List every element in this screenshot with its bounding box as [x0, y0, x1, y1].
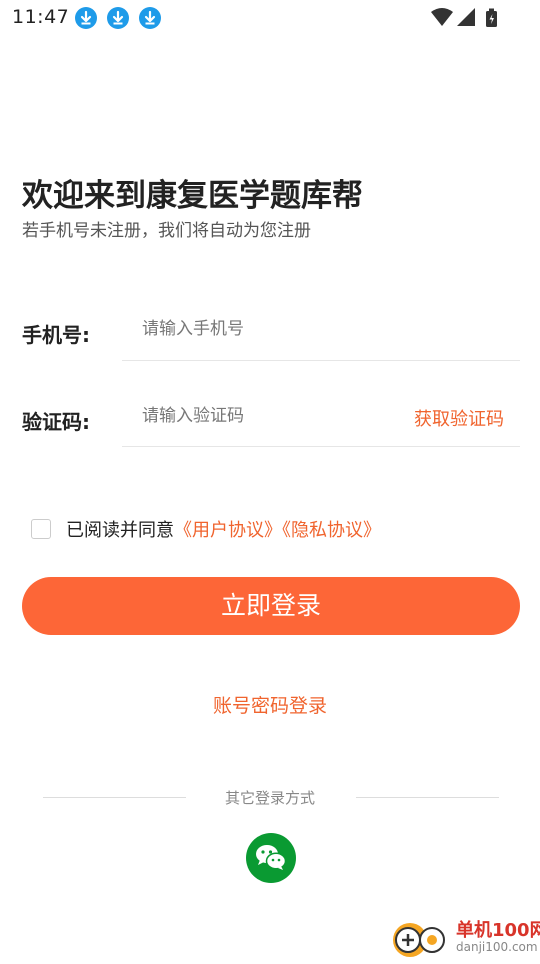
page-subtitle: 若手机号未注册，我们将自动为您注册 — [22, 221, 311, 241]
status-bar: 11:47 — [0, 0, 540, 36]
password-login-link[interactable]: 账号密码登录 — [0, 691, 540, 718]
privacy-policy-link[interactable]: 《隐私协议》 — [282, 520, 381, 541]
watermark-url: danji100.com — [456, 940, 538, 954]
code-divider — [122, 446, 520, 447]
watermark-brand: 单机100网 — [456, 920, 540, 941]
watermark: 单机100网 danji100.com — [388, 916, 540, 960]
phone-divider — [122, 360, 520, 361]
agreement-prefix: 已阅读并同意 — [66, 520, 174, 541]
phone-label: 手机号: — [22, 323, 90, 347]
download-icon — [75, 7, 97, 29]
wifi-icon — [431, 8, 453, 26]
battery-icon — [486, 8, 497, 27]
download-icon — [107, 7, 129, 29]
code-label: 验证码: — [22, 410, 90, 434]
system-status-icons — [431, 8, 497, 27]
page-title: 欢迎来到康复医学题库帮 — [22, 178, 363, 214]
agreement-text: 已阅读并同意《用户协议》《隐私协议》 — [66, 516, 381, 542]
status-time: 11:47 — [12, 6, 70, 28]
wechat-icon — [256, 845, 287, 870]
wechat-login-button[interactable] — [246, 833, 296, 883]
download-icon — [139, 7, 161, 29]
watermark-logo-icon — [393, 923, 445, 957]
login-button[interactable]: 立即登录 — [22, 577, 520, 635]
agreement-checkbox[interactable] — [31, 519, 51, 539]
code-input[interactable] — [122, 394, 392, 438]
user-agreement-link[interactable]: 《用户协议》 — [174, 520, 282, 541]
get-code-button[interactable]: 获取验证码 — [414, 405, 504, 431]
other-login-divider-right — [356, 797, 499, 798]
signal-icon — [457, 8, 475, 26]
phone-input[interactable] — [122, 307, 520, 351]
